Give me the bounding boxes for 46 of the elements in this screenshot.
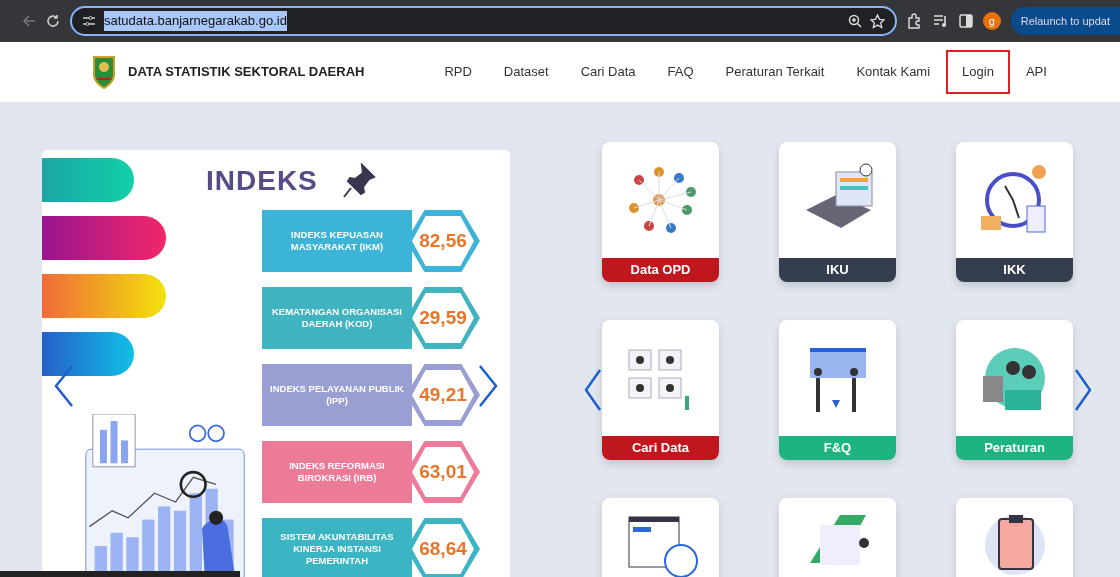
crest-logo-icon bbox=[90, 53, 118, 91]
tile-label: Cari Data bbox=[602, 436, 719, 460]
tile-label: Data OPD bbox=[602, 258, 719, 282]
nav-link[interactable]: Cari Data bbox=[564, 50, 652, 94]
tile-label: IKK bbox=[956, 258, 1073, 282]
nav-link[interactable]: RPD bbox=[428, 50, 488, 94]
site-title: DATA STATISTIK SEKTORAL DAERAH bbox=[128, 63, 365, 82]
puzzle-icon[interactable] bbox=[906, 13, 923, 29]
nav-link[interactable]: API bbox=[1009, 50, 1063, 94]
star-icon[interactable] bbox=[869, 13, 885, 29]
pushpin-icon bbox=[341, 163, 376, 199]
reload-icon[interactable] bbox=[46, 14, 60, 28]
nav-link[interactable]: Kontak Kami bbox=[840, 50, 947, 94]
tile-label: Peraturan bbox=[956, 436, 1073, 460]
chevron-left-icon[interactable] bbox=[52, 364, 76, 408]
nav-link[interactable]: Peraturan Terkait bbox=[709, 50, 841, 94]
tile-card[interactable]: Cari Data bbox=[602, 320, 719, 460]
nav-link[interactable]: Login bbox=[946, 50, 1010, 94]
chevron-left-icon[interactable] bbox=[584, 368, 602, 412]
tile-card[interactable]: IKK bbox=[956, 142, 1073, 282]
index-value: 68,64 bbox=[419, 536, 467, 561]
banner-title: INDEKS bbox=[206, 164, 318, 198]
url-text[interactable]: satudata.banjarnegarakab.go.id bbox=[104, 11, 287, 31]
site-info-icon[interactable] bbox=[82, 15, 96, 27]
chevron-right-icon[interactable] bbox=[1074, 368, 1092, 412]
index-label: INDEKS REFORMASI BIROKRASI (IRB) bbox=[262, 441, 412, 503]
index-label: INDEKS PELAYANAN PUBLIK (IPP) bbox=[262, 364, 412, 426]
nav-link[interactable]: Dataset bbox=[487, 50, 565, 94]
tile-card[interactable]: IKU bbox=[779, 142, 896, 282]
relaunch-button[interactable]: Relaunch to updat bbox=[1010, 6, 1120, 36]
zoom-icon[interactable] bbox=[847, 14, 862, 28]
index-value: 63,01 bbox=[419, 459, 467, 484]
index-label: SISTEM AKUNTABILITAS KINERJA INSTANSI PEMERINTAH bbox=[262, 518, 412, 577]
back-arrow-icon[interactable] bbox=[22, 14, 36, 28]
tile-label: IKU bbox=[779, 258, 896, 282]
nav-link[interactable]: FAQ bbox=[651, 50, 710, 94]
media-icon[interactable] bbox=[932, 14, 949, 28]
tile-label: F&Q bbox=[779, 436, 896, 460]
chevron-right-icon[interactable] bbox=[476, 364, 500, 408]
index-label: INDEKS KEPUASAN MASYARAKAT (IKM) bbox=[262, 210, 412, 272]
side-panel-icon[interactable] bbox=[958, 14, 973, 28]
index-value: 29,59 bbox=[419, 305, 467, 330]
tile-card[interactable]: Data OPD bbox=[602, 142, 719, 282]
index-label: KEMATANGAN ORGANISASI DAERAH (KOD) bbox=[262, 287, 412, 349]
index-value: 49,21 bbox=[419, 382, 467, 407]
index-value: 82,56 bbox=[419, 228, 467, 253]
